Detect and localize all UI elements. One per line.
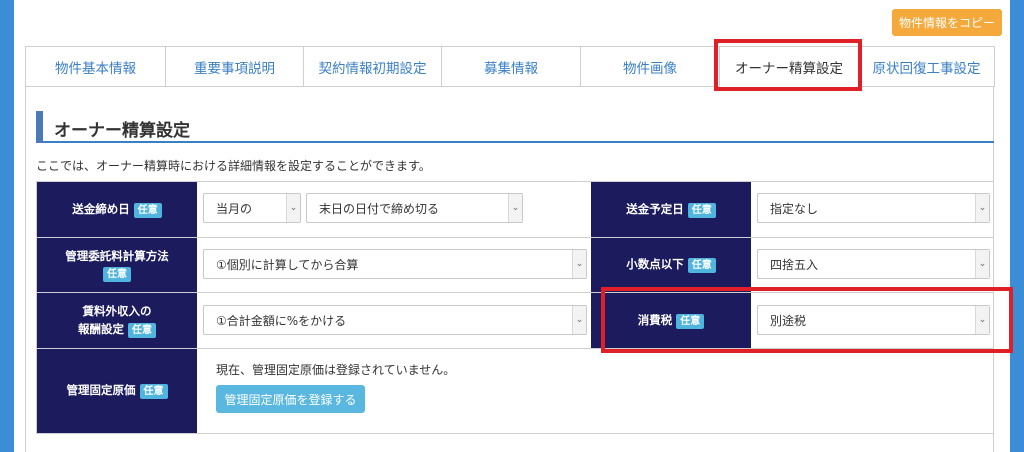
tab-recruitment[interactable]: 募集情報 [441, 46, 581, 87]
non-rent-label-line1: 賃料外収入の [82, 304, 152, 319]
left-frame [0, 0, 14, 452]
remit-date-value: 指定なし [770, 201, 819, 216]
fee-method-value: ①個別に計算してから合算 [216, 257, 359, 272]
chevron-down-icon: ⌄ [975, 194, 989, 222]
remit-close-day-select[interactable]: 末日の日付で締め切る ⌄ [306, 193, 523, 223]
remit-date-label-text: 送金予定日 [626, 201, 684, 216]
non-rent-value: ①合計金額に%をかける [216, 313, 347, 328]
chevron-down-icon: ⌄ [572, 250, 586, 278]
settings-table: 送金締め日 任意 当月の ⌄ 末日の日付で締め切る ⌄ 送金予定日 任意 指定なし … [36, 181, 994, 434]
decimal-select[interactable]: 四捨五入 ⌄ [757, 249, 990, 279]
remit-date-select[interactable]: 指定なし ⌄ [757, 193, 990, 223]
remit-close-month-value: 当月の [216, 201, 253, 216]
decimal-value: 四捨五入 [770, 257, 819, 272]
tax-label-text: 消費税 [637, 312, 673, 327]
right-frame [1010, 0, 1024, 452]
decimal-label-text: 小数点以下 [626, 257, 684, 272]
tab-bar: 物件基本情報 重要事項説明 契約情報初期設定 募集情報 物件画像 オーナー精算設… [25, 46, 995, 87]
fee-method-label-text: 管理委託料計算方法 [65, 248, 169, 263]
tab-property-images[interactable]: 物件画像 [580, 46, 720, 87]
remit-close-label: 送金締め日 任意 [37, 182, 197, 237]
decimal-label: 小数点以下 任意 [591, 238, 751, 292]
chevron-down-icon: ⌄ [508, 194, 522, 222]
fixed-cost-label: 管理固定原価 任意 [37, 349, 197, 433]
optional-badge: 任意 [139, 384, 168, 400]
chevron-down-icon: ⌄ [975, 250, 989, 278]
tab-contract-defaults[interactable]: 契約情報初期設定 [303, 46, 442, 87]
tab-important-matters[interactable]: 重要事項説明 [165, 46, 304, 87]
optional-badge: 任意 [103, 267, 131, 282]
tab-property-basic[interactable]: 物件基本情報 [25, 46, 166, 87]
section-description: ここでは、オーナー精算時における詳細情報を設定することができます。 [36, 159, 431, 173]
section-accent-bar [36, 111, 43, 143]
chevron-down-icon: ⌄ [572, 306, 586, 334]
optional-badge: 任意 [687, 258, 716, 274]
remit-close-day-value: 末日の日付で締め切る [319, 201, 440, 216]
non-rent-select[interactable]: ①合計金額に%をかける ⌄ [203, 305, 587, 335]
remit-close-month-select[interactable]: 当月の ⌄ [203, 193, 301, 223]
fixed-cost-label-text: 管理固定原価 [66, 383, 136, 398]
non-rent-income-label: 賃料外収入の 報酬設定 任意 [37, 293, 197, 348]
tax-value: 別途税 [770, 313, 807, 328]
remit-date-label: 送金予定日 任意 [591, 182, 751, 237]
main-canvas: 物件情報をコピー 物件基本情報 重要事項説明 契約情報初期設定 募集情報 物件画… [14, 0, 1013, 452]
chevron-down-icon: ⌄ [975, 306, 989, 334]
remit-close-label-text: 送金締め日 [72, 201, 130, 216]
section-header: オーナー精算設定 [36, 111, 994, 143]
tax-label: 消費税 任意 [591, 293, 751, 348]
tab-owner-settlement[interactable]: オーナー精算設定 [719, 46, 859, 87]
optional-badge: 任意 [687, 202, 716, 218]
optional-badge: 任意 [133, 202, 162, 218]
page-title: オーナー精算設定 [54, 121, 190, 141]
fee-method-label: 管理委託料計算方法 任意 [37, 238, 197, 292]
chevron-down-icon: ⌄ [286, 194, 300, 222]
register-fixed-cost-button[interactable]: 管理固定原価を登録する [216, 385, 365, 413]
non-rent-label-line2: 報酬設定 [78, 321, 124, 336]
optional-badge: 任意 [128, 322, 156, 338]
tab-restoration-work[interactable]: 原状回復工事設定 [858, 46, 995, 87]
copy-property-button[interactable]: 物件情報をコピー [892, 9, 1002, 36]
optional-badge: 任意 [676, 313, 705, 329]
tax-select[interactable]: 別途税 ⌄ [757, 305, 990, 335]
fixed-cost-status: 現在、管理固定原価は登録されていません。 [216, 363, 456, 377]
fee-method-select[interactable]: ①個別に計算してから合算 ⌄ [203, 249, 587, 279]
